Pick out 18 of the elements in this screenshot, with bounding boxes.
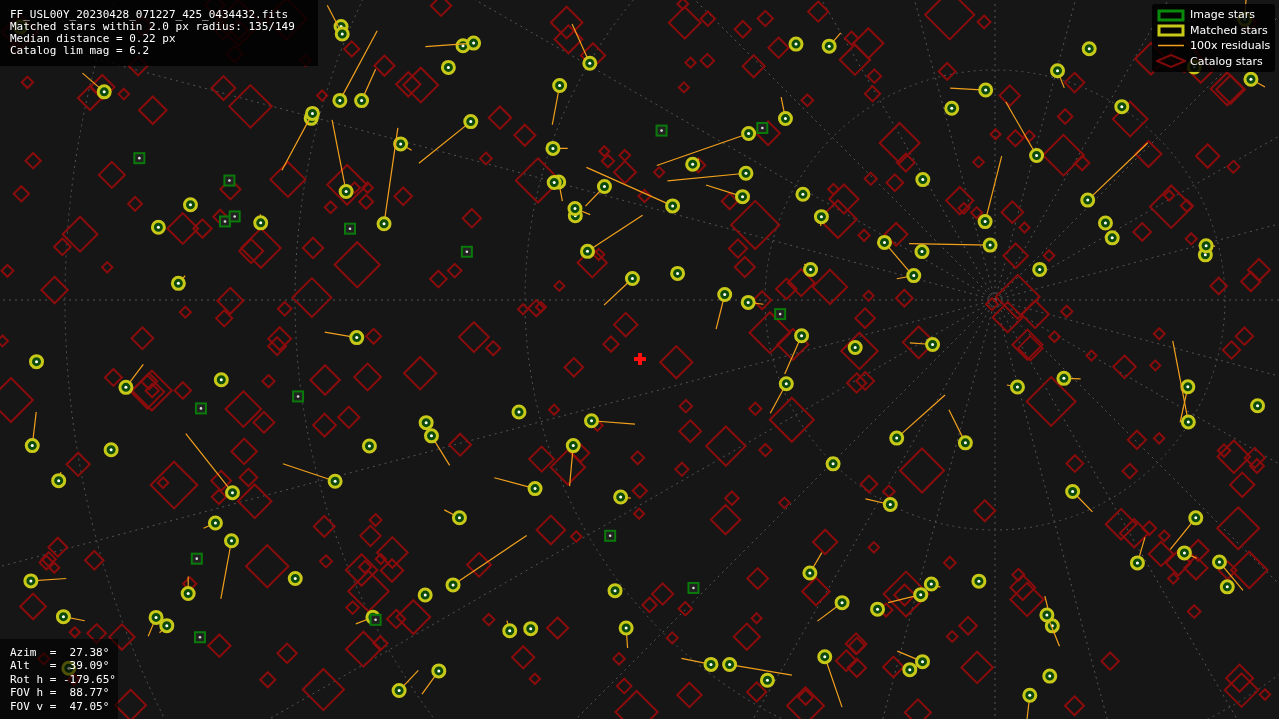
pointing-text: Rot h = -179.65°: [10, 672, 117, 686]
pointing-text: Azim = 27.38°: [10, 645, 111, 659]
legend-label: 100x residuals: [1190, 39, 1271, 53]
matched-legend-icon: [1156, 23, 1186, 38]
info-text: Catalog lim mag = 6.2: [10, 45, 151, 57]
residual-legend-icon: [1156, 44, 1186, 48]
legend-label: Catalog stars: [1190, 54, 1263, 68]
pointing-text: FOV v = 47.05°: [10, 699, 111, 713]
info-text: Matched stars within 2.0 px radius: 135/149: [10, 21, 296, 33]
legend-label: Image stars: [1190, 8, 1255, 22]
info-text: Median distance = 0.22 px: [10, 33, 177, 45]
info-text: FF_USL00Y_20230428_071227_425_0434432.fits: [10, 9, 290, 21]
pointing-text: FOV h = 88.77°: [10, 686, 111, 700]
image-legend-icon: [1156, 7, 1186, 22]
crosshair-icon: [634, 353, 646, 365]
legend-label: Matched stars: [1190, 23, 1268, 37]
catalog-legend-icon: [1156, 54, 1186, 69]
pointing-text: Alt = 39.09°: [10, 659, 111, 673]
